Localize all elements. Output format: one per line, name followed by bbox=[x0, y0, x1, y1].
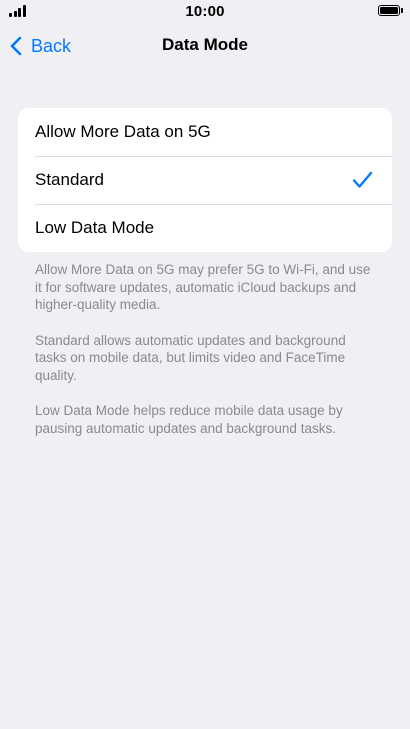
checkmark-icon bbox=[352, 171, 373, 188]
footer-note-low-data: Low Data Mode helps reduce mobile data u… bbox=[35, 403, 343, 436]
footer-notes: Allow More Data on 5G may prefer 5G to W… bbox=[35, 261, 380, 455]
data-mode-options: Allow More Data on 5G Standard Low Data … bbox=[18, 108, 392, 252]
footer-note-standard: Standard allows automatic updates and ba… bbox=[35, 332, 346, 383]
status-time: 10:00 bbox=[185, 3, 225, 20]
battery-cap bbox=[401, 8, 403, 13]
option-label: Standard bbox=[35, 170, 104, 189]
option-low-data-mode[interactable]: Low Data Mode bbox=[18, 204, 392, 252]
status-bar: 10:00 bbox=[0, 0, 410, 22]
page-title: Data Mode bbox=[162, 35, 248, 54]
option-label: Low Data Mode bbox=[35, 218, 155, 237]
option-standard[interactable]: Standard bbox=[18, 156, 392, 204]
option-label: Allow More Data on 5G bbox=[35, 122, 211, 141]
navigation-bar: Back Data Mode bbox=[0, 22, 410, 70]
battery-icon bbox=[378, 5, 400, 16]
footer-note-5g: Allow More Data on 5G may prefer 5G to W… bbox=[35, 262, 371, 312]
option-allow-more-data-5g[interactable]: Allow More Data on 5G bbox=[18, 108, 392, 156]
